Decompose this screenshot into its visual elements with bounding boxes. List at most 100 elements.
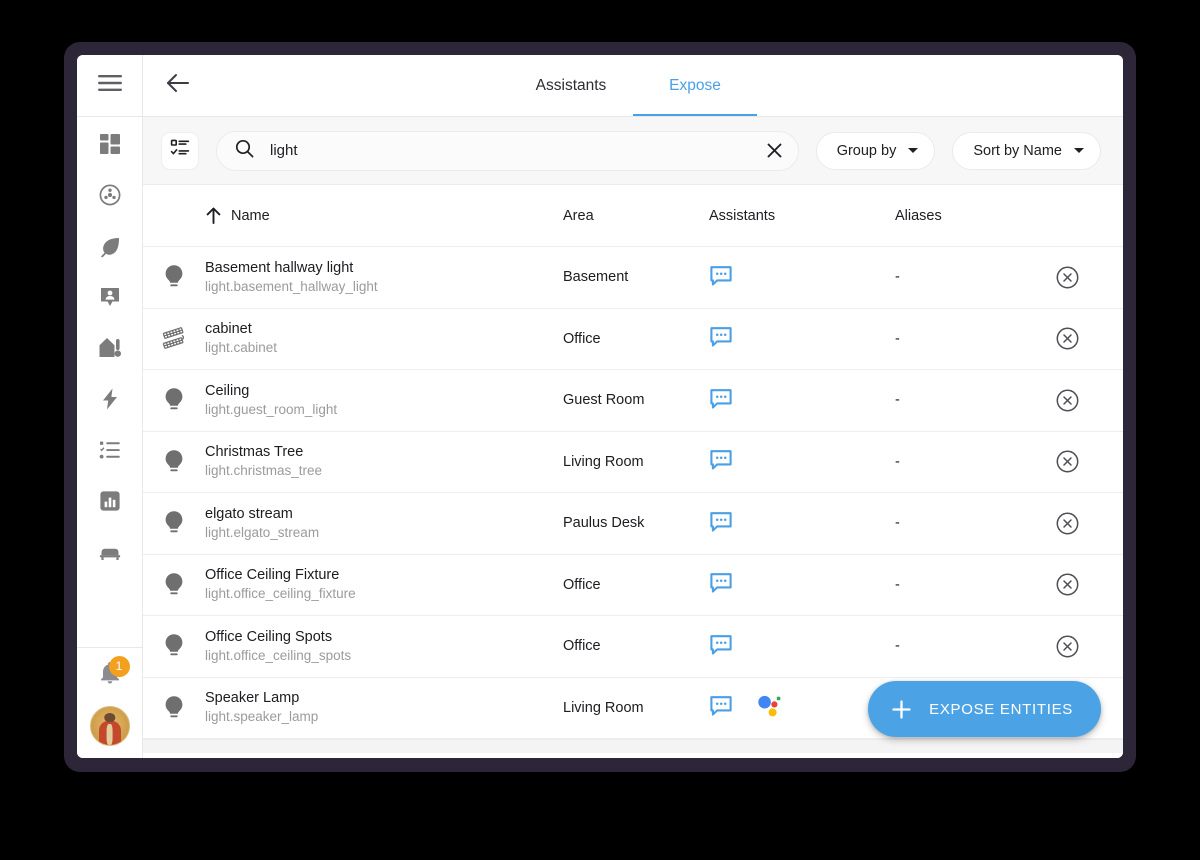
remove-entity-button[interactable]: [1045, 449, 1123, 474]
remove-circle-icon: [1055, 634, 1080, 659]
chevron-down-icon: [1074, 148, 1084, 153]
conversation-icon[interactable]: [709, 572, 733, 597]
conversation-icon[interactable]: [709, 449, 733, 474]
table-row[interactable]: Basement hallway light light.basement_hal…: [143, 247, 1123, 309]
expose-entities-button[interactable]: EXPOSE ENTITIES: [868, 681, 1101, 737]
column-header-area[interactable]: Area: [563, 208, 709, 224]
entity-name-cell: Basement hallway light light.basement_hal…: [205, 259, 563, 296]
tab-bar: Assistants Expose: [213, 55, 1053, 116]
table-row[interactable]: Office Ceiling Fixture light.office_ceili…: [143, 555, 1123, 616]
sidebar-item-media[interactable]: [88, 178, 132, 216]
back-button[interactable]: [143, 55, 213, 116]
chevron-down-icon: [908, 148, 919, 153]
entity-friendly-name: Office Ceiling Fixture: [205, 567, 340, 584]
filter-button[interactable]: [161, 131, 199, 170]
search-field[interactable]: [216, 130, 799, 171]
remove-circle-icon: [1055, 388, 1080, 413]
thermostat-house-icon: [98, 336, 122, 365]
energy-leaf-icon: [98, 234, 122, 263]
entity-area: Paulus Desk: [563, 515, 645, 532]
lightbulb-icon: [143, 633, 205, 659]
media-player-icon: [98, 183, 122, 212]
entity-aliases: -: [895, 330, 900, 347]
table-row[interactable]: elgato stream light.elgato_stream Paulus D…: [143, 493, 1123, 555]
entity-name-cell: Speaker Lamp light.speaker_lamp: [205, 689, 563, 726]
tab-assistants[interactable]: Assistants: [509, 55, 633, 116]
entities-table: Name Area Assistants Aliases Basement ha…: [143, 185, 1123, 758]
entity-aliases: -: [895, 515, 900, 532]
group-by-button[interactable]: Group by: [815, 131, 936, 170]
main-content: Assistants Expose light Group by Sort by…: [143, 55, 1123, 758]
entity-area: Office: [563, 638, 601, 655]
bar-chart-icon: [98, 489, 122, 518]
entity-area: Living Room: [563, 453, 644, 470]
entity-assistants: [709, 693, 895, 722]
sidebar-item-logbook[interactable]: [88, 535, 132, 573]
table-header: Name Area Assistants Aliases: [143, 185, 1123, 247]
table-row[interactable]: Christmas Tree light.christmas_tree Living…: [143, 432, 1123, 493]
clear-search-button[interactable]: [765, 141, 784, 160]
sidebar-item-climate[interactable]: [88, 331, 132, 369]
avatar[interactable]: [89, 706, 130, 746]
conversation-icon[interactable]: [709, 511, 733, 536]
conversation-icon[interactable]: [709, 326, 733, 351]
conversation-icon[interactable]: [709, 695, 733, 720]
entity-name-cell: Christmas Tree light.christmas_tree: [205, 443, 563, 480]
entity-assistants: [709, 388, 895, 413]
entity-area: Basement: [563, 269, 629, 286]
column-header-name[interactable]: Name: [205, 206, 563, 225]
search-input[interactable]: [270, 142, 749, 159]
table-row[interactable]: Ceiling light.guest_room_light Guest Room -: [143, 370, 1123, 432]
sidebar-item-overview[interactable]: [88, 127, 132, 165]
entity-name-cell: cabinet light.cabinet: [205, 320, 563, 357]
conversation-icon[interactable]: [709, 265, 733, 290]
app-bar: Assistants Expose: [143, 55, 1123, 117]
remove-entity-button[interactable]: [1045, 326, 1123, 351]
remove-circle-icon: [1055, 265, 1080, 290]
entity-assistants: [709, 511, 895, 536]
entity-aliases: -: [895, 638, 900, 655]
column-header-assistants[interactable]: Assistants: [709, 208, 895, 224]
entity-name-cell: Office Ceiling Spots light.office_ceiling…: [205, 628, 563, 665]
device-frame: 1 Assistants Expose light Group by Sort …: [64, 42, 1136, 772]
sidebar-item-todo[interactable]: [88, 433, 132, 471]
sort-by-button[interactable]: Sort by Name: [952, 131, 1101, 170]
entity-id: light.christmas_tree: [205, 463, 323, 479]
tab-expose[interactable]: Expose: [633, 55, 757, 116]
entity-friendly-name: Basement hallway light: [205, 259, 354, 276]
remove-entity-button[interactable]: [1045, 634, 1123, 659]
notifications-button[interactable]: 1: [88, 656, 132, 692]
remove-entity-button[interactable]: [1045, 388, 1123, 413]
column-header-aliases[interactable]: Aliases: [895, 208, 1045, 224]
remove-entity-button[interactable]: [1045, 265, 1123, 290]
sidebar-item-automation[interactable]: [88, 382, 132, 420]
group-by-label: Group by: [836, 142, 897, 159]
remove-entity-button[interactable]: [1045, 511, 1123, 536]
lightbulb-icon: [143, 572, 205, 598]
table-row[interactable]: cabinet light.cabinet Office -: [143, 309, 1123, 370]
sidebar: 1: [77, 55, 143, 758]
conversation-icon[interactable]: [709, 634, 733, 659]
entity-aliases: -: [895, 576, 900, 593]
sidebar-item-energy[interactable]: [88, 229, 132, 267]
entity-aliases: -: [895, 269, 900, 286]
sidebar-item-map[interactable]: [88, 280, 132, 318]
arrow-up-icon: [205, 206, 222, 225]
entity-assistants: [709, 634, 895, 659]
remove-entity-button[interactable]: [1045, 572, 1123, 597]
lightbulb-icon: [143, 264, 205, 290]
lightning-bolt-icon: [98, 387, 122, 416]
sidebar-menu-button[interactable]: [77, 55, 142, 117]
conversation-icon[interactable]: [709, 388, 733, 413]
entity-assistants: [709, 572, 895, 597]
lightbulb-icon: [143, 695, 205, 721]
entity-friendly-name: Speaker Lamp: [205, 690, 300, 707]
sidebar-item-history[interactable]: [88, 484, 132, 522]
entity-id: light.guest_room_light: [205, 401, 338, 417]
avatar-head: [103, 713, 116, 723]
entity-name-cell: elgato stream light.elgato_stream: [205, 505, 563, 542]
entity-id: light.office_ceiling_fixture: [205, 586, 356, 602]
table-row[interactable]: Office Ceiling Spots light.office_ceiling…: [143, 616, 1123, 678]
google-assistant-icon[interactable]: [755, 693, 783, 722]
entity-id: light.basement_hallway_light: [205, 278, 378, 294]
